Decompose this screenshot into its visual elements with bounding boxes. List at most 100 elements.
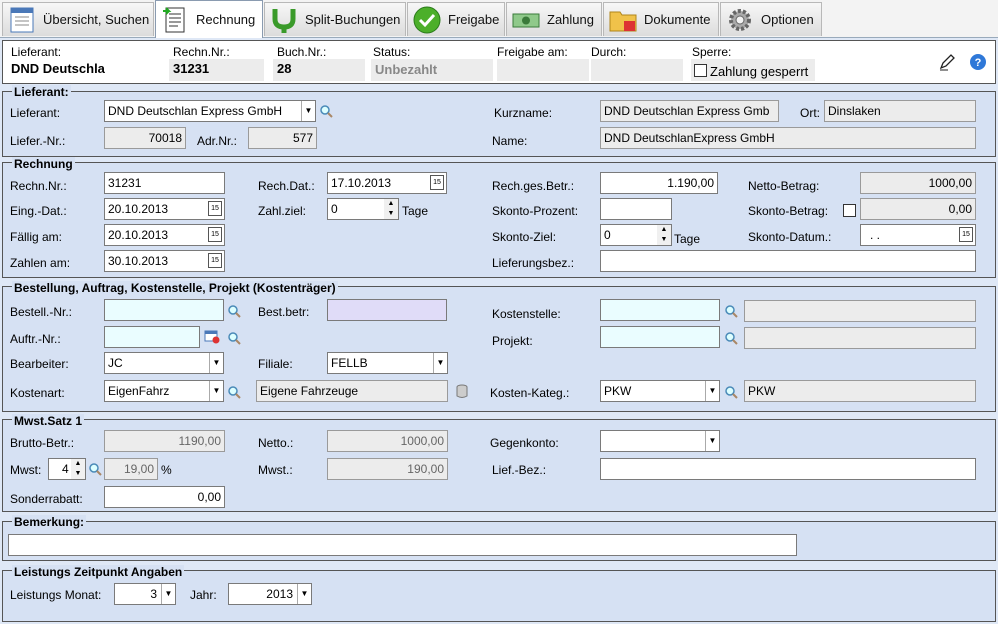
chevron-down-icon[interactable]: ▼ [705,431,719,451]
search-icon[interactable] [227,304,241,318]
chevron-down-icon[interactable]: ▼ [297,584,311,604]
liefbez-field[interactable] [600,458,976,480]
lieferant-select[interactable]: DND Deutschlan Express GmbH ▼ [104,100,316,122]
calendar-icon[interactable]: 15 [430,175,444,190]
bestbetr-field[interactable] [327,299,447,321]
netto-betrag-field[interactable]: 1000,00 [860,172,976,194]
kostenkateg-select[interactable]: PKW ▼ [600,380,720,402]
projekt-label: Projekt: [492,334,533,348]
tab-freigabe[interactable]: Freigabe [407,2,505,36]
zahlen-field[interactable]: 30.10.2013 15 [104,250,225,272]
netto-label: Netto.: [258,436,294,450]
search-icon[interactable] [227,331,241,345]
bearbeiter-select[interactable]: JC ▼ [104,352,224,374]
tab-rechnung[interactable]: Rechnung [155,0,263,38]
skontoziel-stepper[interactable]: 0 ▲ ▼ [600,224,672,246]
edit-pen-icon[interactable] [938,53,956,71]
leistungs-monat-select[interactable]: 3 ▼ [114,583,176,605]
eingdat-value: 20.10.2013 [108,202,169,216]
filiale-select[interactable]: FELLB ▼ [327,352,448,374]
leistung-section-title: Leistungs Zeitpunkt Angaben [12,565,185,579]
ort-field[interactable]: Dinslaken [824,100,976,122]
header-rechnr-value: 31231 [173,61,210,76]
jahr-label: Jahr: [190,588,217,602]
kostenstelle-field[interactable] [600,299,720,321]
jahr-value: 2013 [266,587,293,601]
search-icon[interactable] [724,385,738,399]
tab-zahlung[interactable]: Zahlung [506,2,602,36]
bestellnr-field[interactable] [104,299,224,321]
skontoproz-field[interactable] [600,198,672,220]
order-window-icon[interactable] [204,330,220,344]
sonderrabatt-field[interactable]: 0,00 [104,486,225,508]
liefernr-field[interactable]: 70018 [104,127,186,149]
search-icon[interactable] [319,104,333,118]
zahlziel-stepper[interactable]: 0 ▲ ▼ [327,198,399,220]
calendar-icon[interactable]: 15 [959,227,973,242]
mwst-code-stepper[interactable]: 4 ▲ ▼ [48,458,86,480]
zahlung-gesperrt-checkbox[interactable] [694,64,707,77]
search-icon[interactable] [227,385,241,399]
spinner-arrows-icon[interactable]: ▲ ▼ [657,225,671,245]
tab-label: Rechnung [196,12,256,27]
gesbetr-field[interactable]: 1.190,00 [600,172,718,194]
kostenkateg-description: PKW [744,380,976,402]
rechdat-field[interactable]: 17.10.2013 15 [327,172,447,194]
search-icon[interactable] [724,331,738,345]
mwst-rate-field[interactable]: 19,00 [104,458,158,480]
chevron-down-icon[interactable]: ▼ [161,584,175,604]
chevron-down-icon[interactable]: ▼ [705,381,719,401]
search-icon[interactable] [88,462,102,476]
rechdat-value: 17.10.2013 [331,176,392,190]
gegenkonto-select[interactable]: ▼ [600,430,720,452]
bemerkung-field[interactable] [8,534,797,556]
lieferungsbez-label: Lieferungsbez.: [492,256,575,270]
tab-dokumente[interactable]: Dokumente [603,2,719,36]
skonto-betrag-field[interactable]: 0,00 [860,198,976,220]
chevron-down-icon[interactable]: ▼ [301,101,315,121]
zahlung-gesperrt-label: Zahlung gesperrt [710,64,809,79]
help-icon[interactable]: ? [969,53,987,71]
split-icon [272,8,296,33]
rechnr-label: Rechn.Nr.: [10,179,67,193]
calendar-icon[interactable]: 15 [208,253,222,268]
skonto-betrag-checkbox[interactable] [843,204,856,217]
kostenstelle-label: Kostenstelle: [492,307,561,321]
faellig-field[interactable]: 20.10.2013 15 [104,224,225,246]
tab-optionen[interactable]: Optionen [720,2,822,36]
kurzname-field[interactable]: DND Deutschlan Express Gmb [600,100,779,122]
calendar-icon[interactable]: 15 [208,227,222,242]
bearbeiter-value: JC [108,356,123,370]
kostenart-select[interactable]: EigenFahrz ▼ [104,380,224,402]
auftrnr-field[interactable] [104,326,200,348]
tab-bar: Übersicht, Suchen Rechnung Split-Buchung… [0,0,998,38]
skontoziel-value: 0 [604,228,611,242]
tab-uebersicht[interactable]: Übersicht, Suchen [2,2,154,36]
rechnr-field[interactable]: 31231 [104,172,225,194]
adrnr-field[interactable]: 577 [248,127,317,149]
search-icon[interactable] [724,304,738,318]
zahlziel-tage-label: Tage [402,204,429,218]
chevron-down-icon[interactable]: ▼ [433,353,447,373]
chevron-down-icon[interactable]: ▼ [209,381,223,401]
eingdat-field[interactable]: 20.10.2013 15 [104,198,225,220]
jahr-select[interactable]: 2013 ▼ [228,583,312,605]
auftrnr-label: Auftr.-Nr.: [10,332,61,346]
skonto-datum-field[interactable]: . . 15 [860,224,976,246]
folder-icon [609,11,637,31]
chevron-down-icon[interactable]: ▼ [209,353,223,373]
spinner-arrows-icon[interactable]: ▲ ▼ [71,459,85,479]
netto-field[interactable]: 1000,00 [327,430,448,452]
projekt-field[interactable] [600,326,720,348]
brutto-field[interactable]: 1190,00 [104,430,225,452]
mwst-betrag-field[interactable]: 190,00 [327,458,448,480]
header-durch-value [591,59,683,81]
tab-split-buchungen[interactable]: Split-Buchungen [264,2,406,36]
name-field[interactable]: DND DeutschlanExpress GmbH [600,127,976,149]
spinner-arrows-icon[interactable]: ▲ ▼ [384,199,398,219]
adrnr-label: Adr.Nr.: [197,134,238,148]
header-freigabe-value [497,59,589,81]
lieferungsbez-field[interactable] [600,250,976,272]
database-icon[interactable] [456,384,468,399]
calendar-icon[interactable]: 15 [208,201,222,216]
